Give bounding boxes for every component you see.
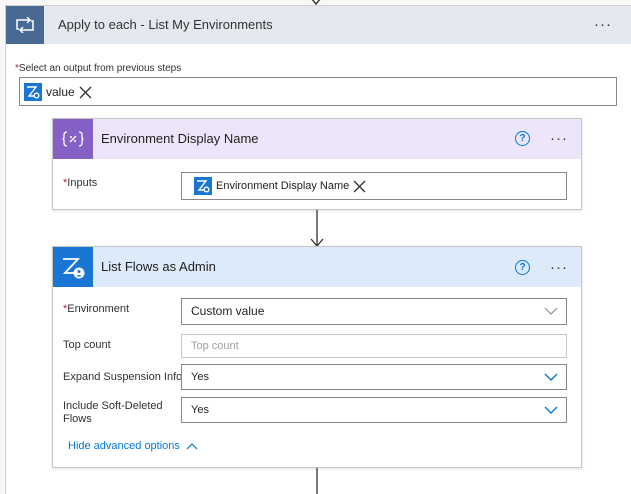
apply-to-each-card: Apply to each - List My Environments ···… — [5, 5, 631, 494]
connector-line — [316, 468, 318, 494]
apply-to-each-header[interactable]: Apply to each - List My Environments ··· — [6, 6, 631, 44]
compose-title: Environment Display Name — [101, 131, 259, 146]
top-count-input[interactable]: Top count — [181, 334, 567, 358]
chevron-down-icon — [544, 406, 558, 414]
chevron-down-icon — [544, 307, 558, 315]
include-soft-deleted-flows-label: Include Soft-Deleted Flows — [63, 400, 163, 425]
value-token[interactable]: value — [24, 82, 92, 102]
loop-icon — [6, 6, 44, 44]
select-output-field[interactable]: value — [19, 77, 617, 106]
hide-advanced-options-link[interactable]: Hide advanced options — [68, 440, 198, 452]
compose-more-options-button[interactable]: ··· — [550, 131, 568, 146]
include-soft-deleted-flows-value: Yes — [191, 404, 209, 416]
compose-icon — [53, 119, 93, 159]
environment-value: Custom value — [191, 304, 265, 318]
inputs-label: *Inputs — [63, 177, 98, 189]
apply-to-each-title: Apply to each - List My Environments — [58, 17, 273, 32]
list-flows-header[interactable]: List Flows as Admin ? ··· — [53, 247, 581, 287]
chevron-down-icon — [544, 373, 558, 381]
select-output-label: *Select an output from previous steps — [15, 63, 182, 74]
value-token-label: value — [46, 85, 75, 99]
compose-header[interactable]: Environment Display Name ? ··· — [53, 119, 581, 159]
top-count-placeholder: Top count — [191, 340, 239, 352]
list-flows-help-icon[interactable]: ? — [515, 260, 530, 275]
expand-suspension-info-value: Yes — [191, 371, 209, 383]
close-icon[interactable] — [79, 86, 92, 99]
list-flows-title: List Flows as Admin — [101, 259, 216, 274]
include-soft-deleted-flows-dropdown[interactable]: Yes — [181, 397, 567, 423]
list-flows-more-options-button[interactable]: ··· — [550, 260, 568, 275]
expand-suspension-info-label: Expand Suspension Info — [63, 371, 183, 383]
environment-display-name-token[interactable]: Environment Display Name — [194, 176, 366, 196]
flow-admin-icon — [194, 177, 212, 195]
environment-label: *Environment — [63, 303, 130, 315]
close-icon[interactable] — [353, 180, 366, 193]
chevron-up-icon — [186, 443, 198, 450]
connector-arrow-icon — [310, 210, 324, 247]
flow-admin-icon — [53, 247, 93, 287]
environment-display-name-token-label: Environment Display Name — [216, 180, 350, 192]
loop-more-options-button[interactable]: ··· — [594, 17, 612, 32]
compose-card: Environment Display Name ? ··· *Inputs E… — [52, 118, 582, 210]
environment-dropdown[interactable]: Custom value — [181, 298, 567, 325]
list-flows-as-admin-card: List Flows as Admin ? ··· *Environment C… — [52, 246, 582, 468]
compose-help-icon[interactable]: ? — [515, 131, 530, 146]
flow-admin-icon — [24, 83, 42, 101]
inputs-field[interactable]: Environment Display Name — [181, 172, 567, 200]
top-count-label: Top count — [63, 339, 111, 351]
expand-suspension-info-dropdown[interactable]: Yes — [181, 364, 567, 390]
hide-advanced-options-label: Hide advanced options — [68, 440, 180, 452]
